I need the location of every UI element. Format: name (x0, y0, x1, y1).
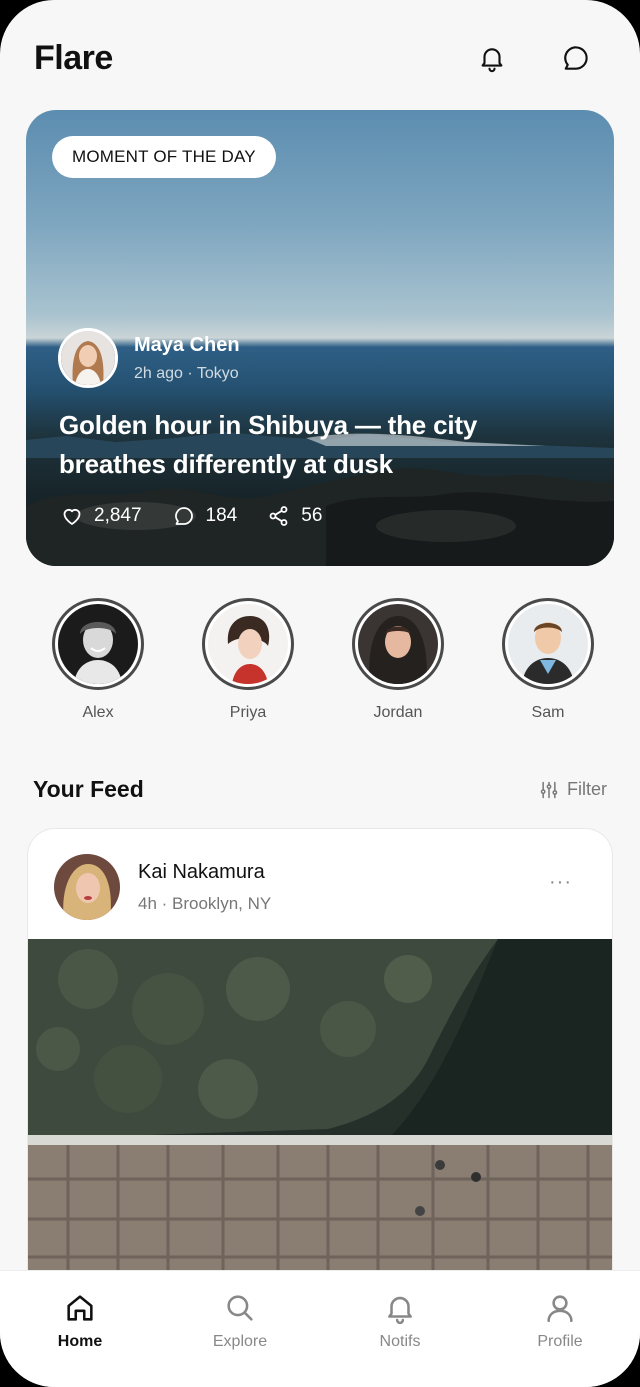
bell-icon (481, 48, 503, 73)
nav-notifs[interactable]: Notifs (345, 1291, 455, 1387)
comment-icon (174, 507, 193, 525)
hero-author-name: Maya Chen (134, 333, 240, 356)
top-bar: Flare (34, 30, 606, 86)
story-jordan[interactable]: Jordan (352, 598, 444, 722)
story-ring (352, 598, 444, 690)
hero-author-meta-text: 2h ago · Tokyo (134, 364, 239, 382)
hero-author[interactable]: Maya Chen 2h ago · Tokyo (58, 328, 240, 388)
story-avatar (358, 604, 438, 684)
story-priya[interactable]: Priya (202, 598, 294, 722)
avatar[interactable] (58, 328, 118, 388)
nav-label: Home (57, 1333, 103, 1350)
moment-badge: MOMENT OF THE DAY (52, 136, 276, 178)
feed-header: Your Feed Filter (33, 776, 607, 803)
stories-row: Alex Priya Jordan Sam (52, 598, 594, 722)
nav-label: Explore (212, 1333, 268, 1350)
post-header: Kai Nakamura 4h · Brooklyn, NY (54, 854, 271, 920)
story-avatar (208, 604, 288, 684)
notifications-button[interactable] (472, 38, 512, 78)
filter-button[interactable]: Filter (539, 779, 607, 800)
home-icon (67, 1295, 93, 1321)
like-button[interactable]: 2,847 (60, 504, 142, 528)
story-ring (202, 598, 294, 690)
story-avatar (508, 604, 588, 684)
story-ring (52, 598, 144, 690)
story-sam[interactable]: Sam (502, 598, 594, 722)
avatar-image (61, 331, 115, 385)
story-ring (502, 598, 594, 690)
bottom-nav: Home Explore Notifs Profile (0, 1270, 640, 1387)
story-name: Priya (229, 704, 267, 721)
comment-button[interactable]: 184 (172, 504, 238, 528)
share-button[interactable]: 56 (267, 504, 322, 528)
chat-bubble-icon (564, 46, 588, 70)
share-count: 56 (301, 505, 323, 526)
user-icon (547, 1295, 573, 1323)
app-title: Flare (34, 38, 113, 77)
nav-label: Profile (537, 1333, 583, 1350)
bell-icon (388, 1296, 412, 1325)
story-avatar (58, 604, 138, 684)
like-count: 2,847 (94, 505, 142, 526)
story-name: Jordan (373, 704, 423, 721)
nav-label: Notifs (379, 1333, 421, 1350)
app-screen: Flare MOMENT OF THE DAY Maya Chen 2h ago… (0, 0, 640, 1387)
nav-home[interactable]: Home (25, 1291, 135, 1387)
comment-count: 184 (205, 505, 238, 526)
story-alex[interactable]: Alex (52, 598, 144, 722)
more-options-button[interactable]: ··· (549, 871, 572, 894)
post-image (28, 939, 612, 1287)
nav-profile[interactable]: Profile (505, 1291, 615, 1387)
sliders-icon (540, 781, 558, 798)
post-card[interactable]: Kai Nakamura 4h · Brooklyn, NY ··· (27, 828, 613, 1288)
hero-stats: 2,847 184 56 (60, 504, 322, 528)
feed-title: Your Feed (33, 776, 144, 802)
story-name: Alex (82, 704, 114, 721)
story-name: Sam (531, 704, 565, 721)
header-actions (472, 38, 596, 78)
moment-of-the-day-card[interactable]: MOMENT OF THE DAY Maya Chen 2h ago · Tok… (26, 110, 614, 566)
hero-title: Golden hour in Shibuya — the city breath… (59, 410, 478, 479)
post-author-name[interactable]: Kai Nakamura (138, 861, 271, 884)
share-icon (269, 506, 288, 526)
avatar[interactable] (54, 854, 120, 920)
messages-button[interactable] (556, 38, 596, 78)
hero-author-meta: Maya Chen 2h ago · Tokyo (134, 334, 240, 383)
nav-explore[interactable]: Explore (185, 1291, 295, 1387)
search-icon (227, 1295, 253, 1321)
heart-icon (63, 508, 81, 525)
post-author-meta: Kai Nakamura 4h · Brooklyn, NY (138, 861, 271, 914)
post-meta: 4h · Brooklyn, NY (138, 893, 272, 913)
filter-label: Filter (567, 779, 607, 799)
